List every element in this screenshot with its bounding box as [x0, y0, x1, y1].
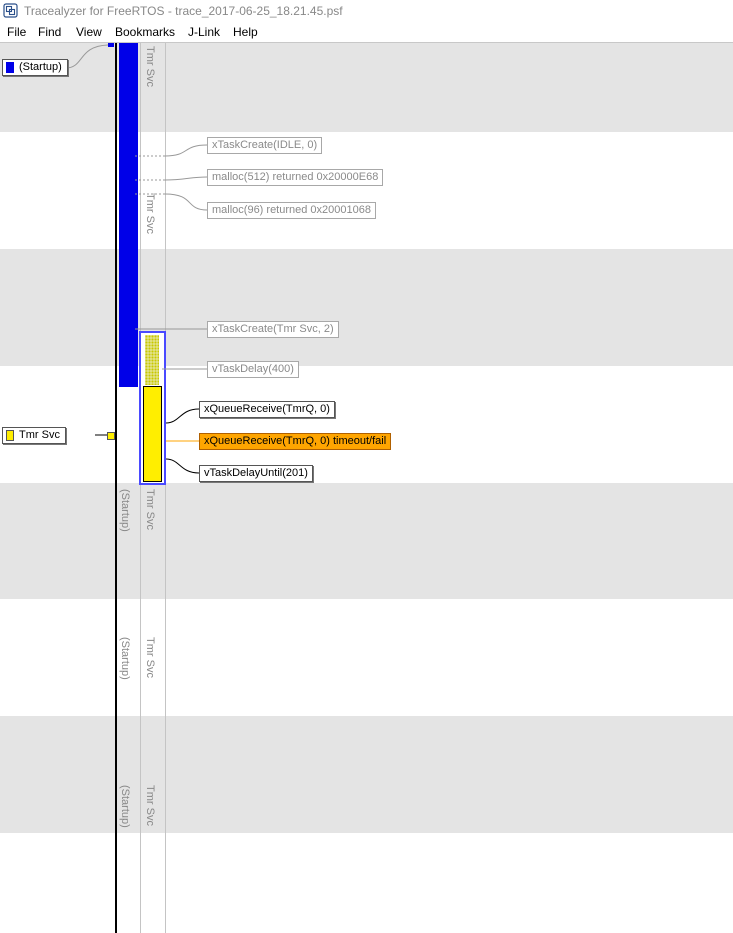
connector [164, 193, 208, 211]
menu-file[interactable]: File [7, 25, 26, 39]
event-xtaskcreate-tmr-svc[interactable]: xTaskCreate(Tmr Svc, 2) [207, 321, 339, 338]
event-vtaskdelay[interactable]: vTaskDelay(400) [207, 361, 299, 378]
window-title: Tracealyzer for FreeRTOS - trace_2017-06… [24, 4, 343, 18]
connector [164, 176, 208, 181]
connector [165, 458, 200, 474]
menu-jlink[interactable]: J-Link [188, 25, 220, 39]
event-malloc-96[interactable]: malloc(96) returned 0x20001068 [207, 202, 376, 219]
tmr-svc-marker [107, 432, 115, 440]
connector [65, 44, 109, 69]
event-vtaskdelayuntil[interactable]: vTaskDelayUntil(201) [199, 465, 313, 482]
title-bar: Tracealyzer for FreeRTOS - trace_2017-06… [0, 0, 733, 22]
task-label-tmr-svc[interactable]: Tmr Svc [2, 427, 66, 444]
app-icon [3, 3, 18, 18]
menu-view[interactable]: View [76, 25, 102, 39]
menu-help[interactable]: Help [233, 25, 258, 39]
menu-bookmarks[interactable]: Bookmarks [115, 25, 175, 39]
event-xqueuereceive[interactable]: xQueueReceive(TmrQ, 0) [199, 401, 335, 418]
menu-find[interactable]: Find [38, 25, 61, 39]
connector [164, 144, 208, 157]
trace-view[interactable]: Tmr Svc Tmr Svc (Startup) Tmr Svc (Start… [0, 43, 733, 933]
task-color-swatch [6, 430, 14, 441]
event-xtaskcreate-idle[interactable]: xTaskCreate(IDLE, 0) [207, 137, 323, 154]
task-color-swatch [6, 62, 14, 73]
connector [165, 408, 200, 424]
event-xqueuereceive-fail[interactable]: xQueueReceive(TmrQ, 0) timeout/fail [199, 433, 392, 450]
task-name: (Startup) [19, 61, 62, 73]
task-name: Tmr Svc [19, 429, 60, 441]
task-label-startup[interactable]: (Startup) [2, 59, 68, 76]
event-malloc-512[interactable]: malloc(512) returned 0x20000E68 [207, 169, 384, 186]
menu-bar: File Find View Bookmarks J-Link Help [0, 22, 733, 43]
